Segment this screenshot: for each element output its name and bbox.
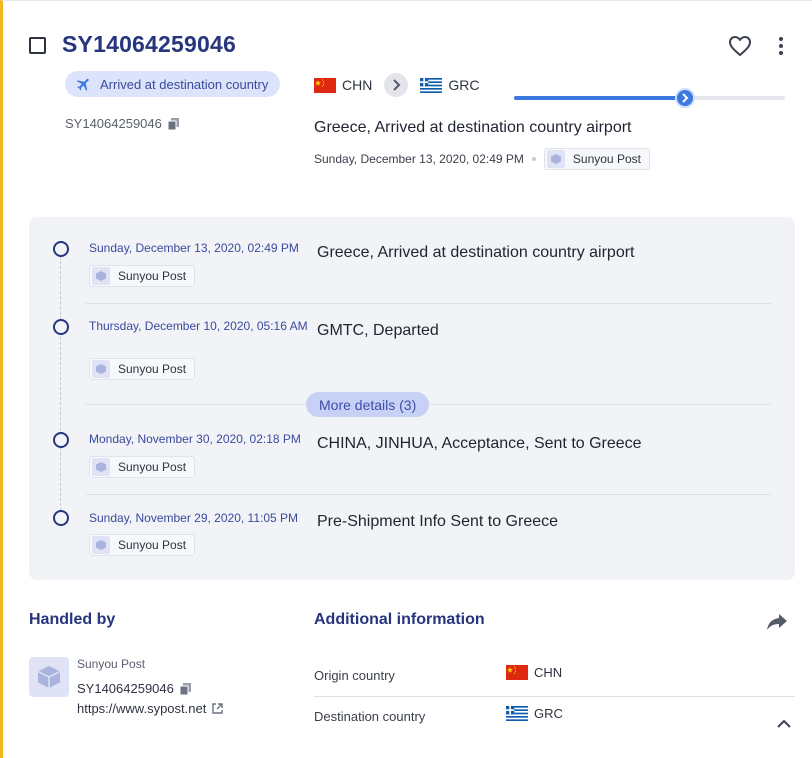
origin-code: CHN xyxy=(342,77,373,93)
handled-by-title: Handled by xyxy=(29,611,116,628)
progress-bar xyxy=(514,88,785,108)
carrier-tracking-number: SY14064259046 xyxy=(77,681,191,696)
event-description: Pre-Shipment Info Sent to Greece xyxy=(317,513,559,530)
timeline-divider xyxy=(86,494,771,495)
carrier-chip[interactable]: Sunyou Post xyxy=(89,358,196,380)
status-badge: Arrived at destination country xyxy=(65,71,281,97)
progress-fill xyxy=(514,96,685,100)
chevron-up-icon[interactable] xyxy=(775,717,793,731)
carrier-chip[interactable]: Sunyou Post xyxy=(89,456,196,478)
select-checkbox[interactable] xyxy=(29,37,46,54)
status-text: Arrived at destination country xyxy=(100,76,269,92)
route-summary: CHN GRC xyxy=(314,73,479,97)
carrier-website-link[interactable]: https://www.sypost.net xyxy=(77,701,224,716)
tracking-number-title[interactable]: SY14064259046 xyxy=(62,31,236,58)
more-options-icon[interactable] xyxy=(773,35,789,57)
destination-country-row: Destination country GRC xyxy=(314,697,795,737)
origin-country-row: Origin country CHN xyxy=(314,656,795,696)
china-flag-icon xyxy=(506,665,528,680)
latest-event: Greece, Arrived at destination country a… xyxy=(314,119,632,136)
carrier-chip[interactable]: Sunyou Post xyxy=(543,148,650,170)
separator-dot xyxy=(531,157,536,161)
greece-flag-icon xyxy=(420,77,443,93)
package-icon xyxy=(92,458,110,476)
timeline-node xyxy=(53,241,69,257)
china-flag-icon xyxy=(314,77,336,93)
event-date: Monday, November 30, 2020, 02:18 PM xyxy=(89,432,301,446)
event-date: Sunday, November 29, 2020, 11:05 PM xyxy=(89,511,299,525)
package-icon xyxy=(92,267,110,285)
tracking-timeline: Sunday, December 13, 2020, 02:49 PM Gree… xyxy=(29,217,795,580)
carrier-chip[interactable]: Sunyou Post xyxy=(89,265,196,287)
airplane-icon xyxy=(76,78,89,91)
sub-tracking-number: SY14064259046 xyxy=(65,116,179,131)
more-details-button[interactable]: More details (3) xyxy=(306,392,430,417)
carrier-logo-icon xyxy=(29,657,69,697)
package-icon xyxy=(92,536,110,554)
greece-flag-icon xyxy=(506,706,528,721)
event-description: Greece, Arrived at destination country a… xyxy=(317,244,635,261)
destination-code: GRC xyxy=(448,77,480,93)
event-date: Thursday, December 10, 2020, 05:16 AM xyxy=(89,319,308,333)
timeline-node xyxy=(53,432,69,448)
progress-knob xyxy=(674,88,695,108)
latest-event-meta: Sunday, December 13, 2020, 02:49 PM Suny… xyxy=(314,148,650,170)
copy-icon[interactable] xyxy=(167,117,179,130)
favorite-heart-icon[interactable] xyxy=(728,35,752,57)
share-icon[interactable] xyxy=(766,612,788,632)
timeline-node xyxy=(53,510,69,526)
timeline-node xyxy=(53,319,69,335)
package-icon xyxy=(546,150,565,168)
shipment-card: SY14064259046 Arrived at destination cou… xyxy=(0,0,812,758)
latest-datetime: Sunday, December 13, 2020, 02:49 PM xyxy=(314,152,524,166)
event-description: CHINA, JINHUA, Acceptance, Sent to Greec… xyxy=(317,435,642,452)
event-date: Sunday, December 13, 2020, 02:49 PM xyxy=(89,241,299,255)
destination-country-value: GRC xyxy=(506,706,563,721)
package-icon xyxy=(92,360,110,378)
origin-country-label: Origin country xyxy=(314,668,395,683)
destination-country-label: Destination country xyxy=(314,709,426,724)
timeline-divider xyxy=(86,303,771,304)
additional-information-title: Additional information xyxy=(314,611,485,628)
origin-country-value: CHN xyxy=(506,665,562,680)
copy-icon[interactable] xyxy=(179,682,191,695)
chevron-right-icon xyxy=(384,73,409,97)
external-link-icon[interactable] xyxy=(212,703,224,714)
carrier-chip[interactable]: Sunyou Post xyxy=(89,534,196,556)
carrier-name: Sunyou Post xyxy=(77,657,146,671)
event-description: GMTC, Departed xyxy=(317,322,439,339)
timeline-line xyxy=(60,251,61,516)
